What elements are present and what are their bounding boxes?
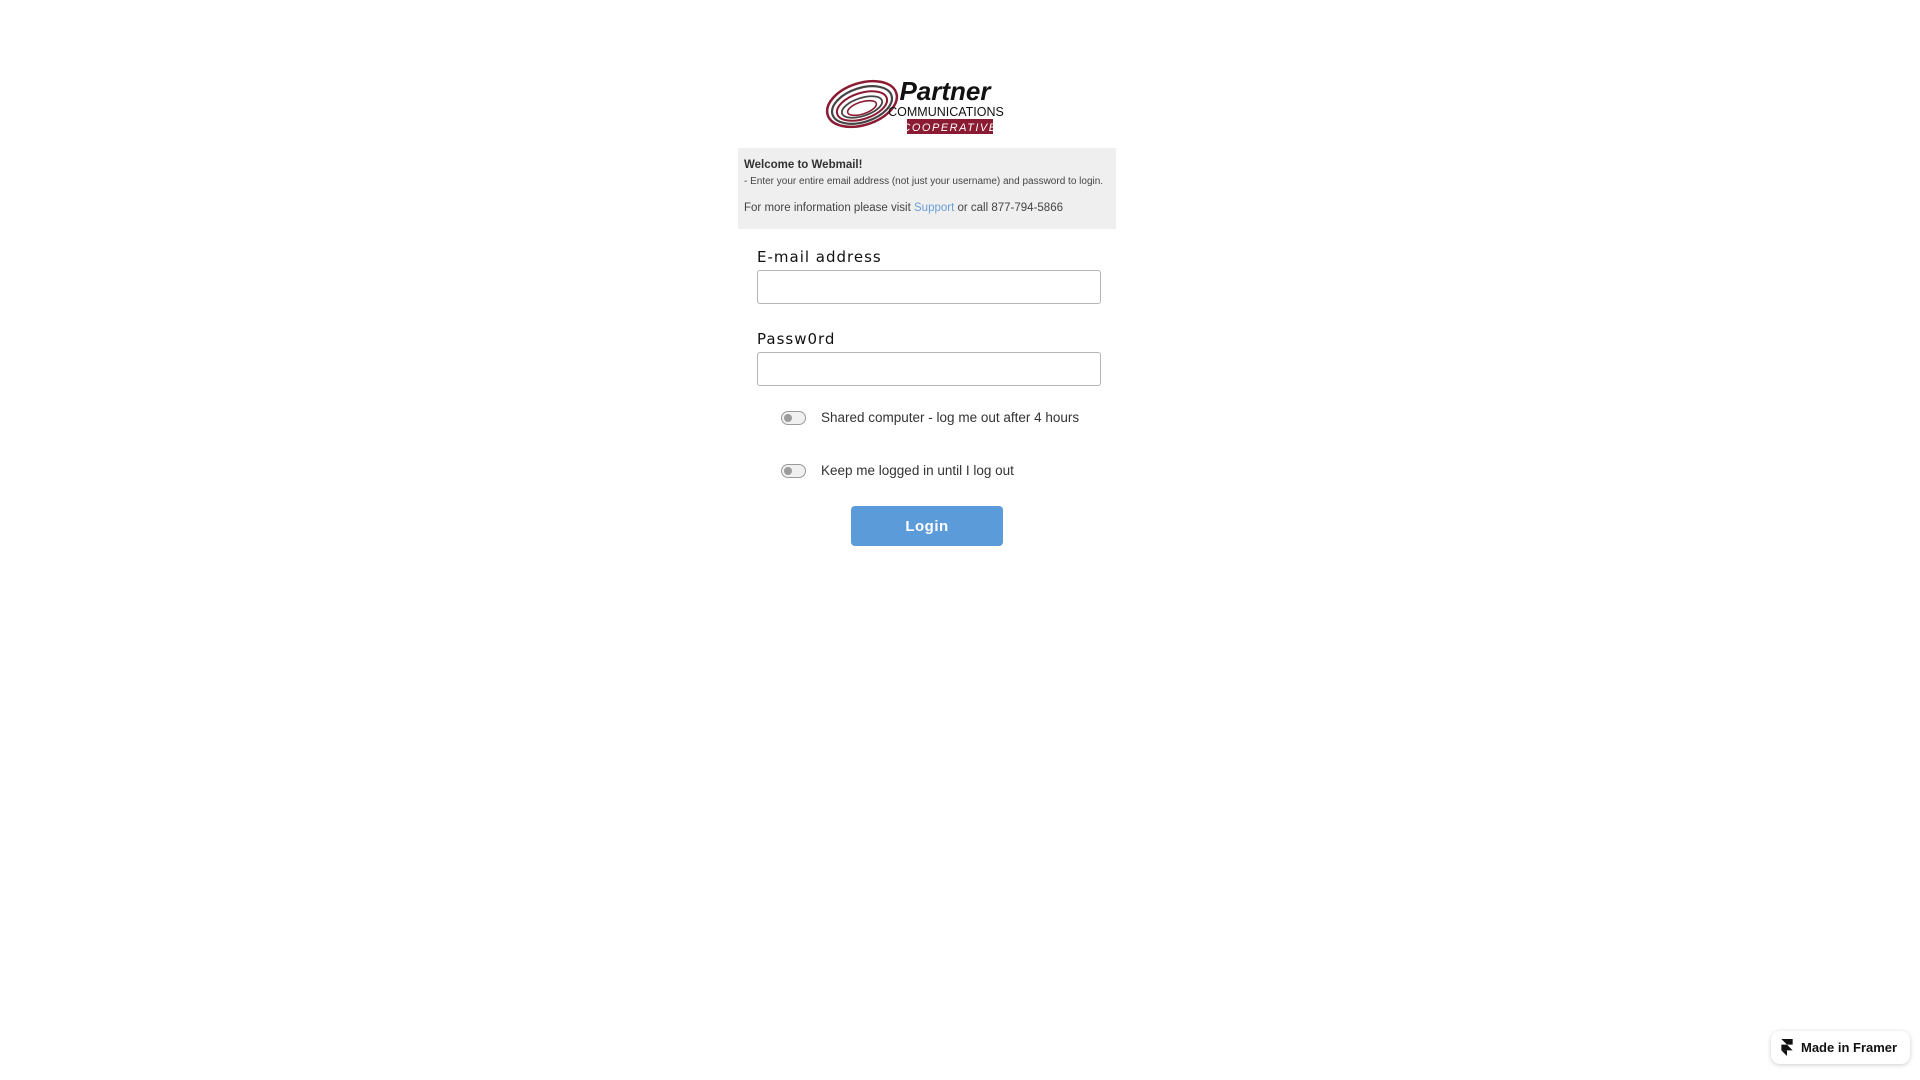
logo-communications-text: COMMUNICATIONS [888,105,1004,119]
toggle-knob [784,466,792,475]
keep-logged-in-toggle[interactable] [781,463,806,478]
support-info: For more information please visit Suppor… [744,202,1110,214]
keep-logged-in-label: Keep me logged in until I log out [821,463,1014,478]
shared-computer-toggle[interactable] [781,410,806,425]
password-label: Passw0rd [757,330,836,348]
shared-computer-label: Shared computer - log me out after 4 hou… [821,410,1080,425]
made-in-framer-badge[interactable]: Made in Framer [1771,1031,1910,1064]
logo-cooperative-text: COOPERATIVE [902,122,997,134]
welcome-info-box: Welcome to Webmail! - Enter your entire … [738,148,1116,229]
welcome-title: Welcome to Webmail! [744,159,863,171]
support-info-suffix: or call 877-794-5866 [954,202,1063,214]
partner-logo: Partner COMMUNICATIONS COOPERATIVE [824,76,1032,136]
support-info-prefix: For more information please visit [744,202,915,214]
login-button[interactable]: Login [851,506,1003,546]
made-in-framer-label: Made in Framer [1801,1040,1898,1055]
email-label: E-mail address [757,248,882,266]
toggle-knob [784,413,792,422]
support-link[interactable]: Support [914,202,954,214]
shared-computer-option: Shared computer - log me out after 4 hou… [781,410,1079,425]
password-field[interactable] [757,352,1101,386]
logo-brand-text: Partner [899,76,992,106]
framer-icon [1781,1039,1793,1056]
email-field[interactable] [757,270,1101,304]
login-instruction: - Enter your entire email address (not j… [744,176,1104,187]
keep-logged-in-option: Keep me logged in until I log out [781,463,1014,478]
